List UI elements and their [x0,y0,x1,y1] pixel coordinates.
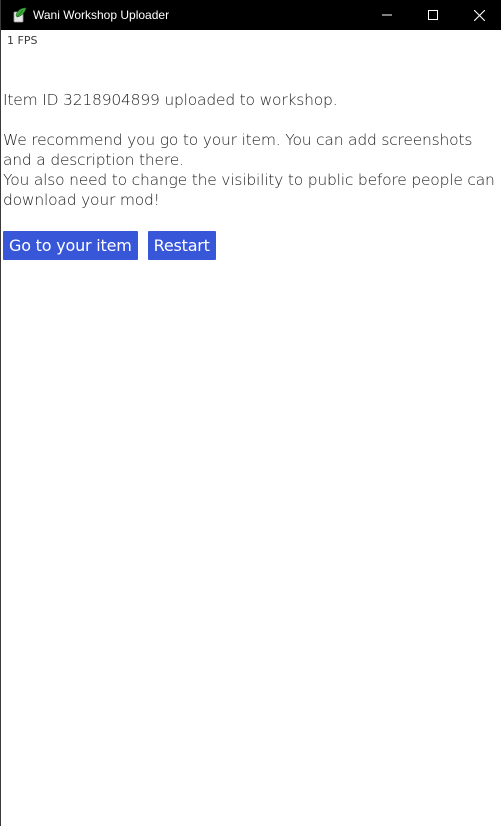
window-controls [364,0,501,30]
recommendation-text: We recommend you go to your item. You ca… [3,131,473,169]
upload-message: Item ID 3218904899 uploaded to workshop.… [3,90,498,210]
action-buttons: Go to your item Restart [3,231,226,260]
upload-status-text: Item ID 3218904899 uploaded to workshop. [3,91,338,109]
app-window: Wani Workshop Uploader 1 FPS Item ID 321… [0,0,501,826]
visibility-notice-text: You also need to change the visibility t… [3,171,495,209]
fps-counter: 1 FPS [7,34,38,47]
window-title: Wani Workshop Uploader [33,8,170,22]
restart-button[interactable]: Restart [147,231,216,260]
go-to-item-button[interactable]: Go to your item [3,231,138,260]
title-bar[interactable]: Wani Workshop Uploader [1,0,501,30]
leaf-app-icon [11,7,27,23]
close-icon[interactable] [456,0,501,30]
minimize-icon[interactable] [364,0,410,30]
maximize-icon[interactable] [410,0,456,30]
